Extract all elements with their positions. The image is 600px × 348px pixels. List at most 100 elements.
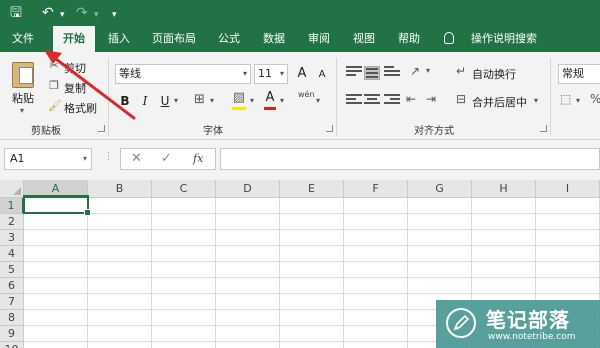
merge-center-icon[interactable]: ⊟	[456, 92, 466, 106]
borders-dropdown-icon[interactable]: ▾	[210, 96, 214, 105]
column-header[interactable]: D	[216, 180, 280, 198]
alignment-group-label: 对齐方式	[414, 126, 454, 137]
fill-color-dropdown-icon[interactable]: ▾	[250, 96, 254, 105]
font-name-select[interactable]: 等线 ▾	[115, 64, 251, 84]
name-box-value: A1	[10, 152, 25, 165]
number-format-value: 常规	[562, 67, 584, 80]
tab-home[interactable]: 开始	[53, 26, 95, 52]
formula-input[interactable]	[220, 148, 600, 170]
font-color-dropdown-icon[interactable]: ▾	[280, 96, 284, 105]
underline-dropdown-icon[interactable]: ▾	[174, 96, 178, 105]
tab-view[interactable]: 视图	[345, 26, 383, 52]
column-header[interactable]: I	[536, 180, 600, 198]
redo-icon[interactable]: ↷	[76, 4, 88, 22]
undo-dropdown-icon[interactable]: ▾	[60, 6, 65, 24]
orientation-dropdown-icon[interactable]: ▾	[426, 66, 430, 75]
select-all-button[interactable]	[0, 180, 24, 198]
cut-button[interactable]: 剪切	[64, 60, 86, 76]
row-header[interactable]: 9	[0, 326, 24, 342]
column-header[interactable]: B	[88, 180, 152, 198]
paste-dropdown-icon[interactable]: ▾	[20, 106, 24, 115]
wrap-text-icon[interactable]: ↵	[456, 64, 466, 78]
copy-dropdown-icon[interactable]: ▾	[82, 80, 86, 89]
cancel-icon[interactable]: ✕	[131, 151, 142, 166]
column-header[interactable]: H	[472, 180, 536, 198]
currency-icon[interactable]: ⬚	[560, 92, 571, 106]
lightbulb-icon	[444, 32, 454, 44]
row-header[interactable]: 7	[0, 294, 24, 310]
pencil-logo-icon	[446, 308, 476, 338]
format-painter-icon[interactable]: 🖌	[48, 100, 62, 112]
borders-icon[interactable]: ⊞	[194, 92, 205, 107]
chevron-down-icon: ▾	[279, 69, 284, 78]
font-launcher-icon[interactable]	[326, 125, 333, 132]
copy-icon[interactable]: ❐	[48, 80, 60, 92]
tab-file[interactable]: 文件	[0, 26, 46, 52]
clipboard-launcher-icon[interactable]	[98, 125, 105, 132]
paste-button-label[interactable]: 粘贴	[12, 90, 34, 106]
row-header[interactable]: 2	[0, 214, 24, 230]
tab-formulas[interactable]: 公式	[210, 26, 248, 52]
name-box[interactable]: A1 ▾	[4, 148, 92, 170]
save-icon[interactable]: 🖫	[10, 4, 22, 22]
fill-color-icon[interactable]: ▨	[232, 90, 246, 110]
row-header[interactable]: 6	[0, 278, 24, 294]
row-header[interactable]: 4	[0, 246, 24, 262]
wrap-text-button[interactable]: 自动换行	[472, 66, 516, 82]
font-name-value: 等线	[119, 67, 141, 80]
insert-function-icon[interactable]: fx	[193, 152, 203, 165]
phonetic-button[interactable]: wén	[298, 90, 315, 99]
column-header[interactable]: E	[280, 180, 344, 198]
formula-bar: A1 ▾ ⋮ ✕ ✓ fx	[0, 140, 600, 180]
undo-icon[interactable]: ↶	[42, 4, 54, 22]
row-header[interactable]: 3	[0, 230, 24, 246]
phonetic-dropdown-icon[interactable]: ▾	[316, 96, 320, 105]
tab-insert[interactable]: 插入	[100, 26, 138, 52]
enter-icon[interactable]: ✓	[161, 151, 172, 166]
tab-review[interactable]: 审阅	[300, 26, 338, 52]
row-header[interactable]: 8	[0, 310, 24, 326]
divider	[550, 58, 551, 136]
scissors-icon[interactable]: ✂	[48, 60, 60, 72]
currency-dropdown-icon[interactable]: ▾	[576, 96, 580, 105]
paste-icon[interactable]	[12, 62, 34, 88]
orientation-icon[interactable]: ↗	[410, 64, 420, 78]
align-right-icon[interactable]	[384, 94, 400, 108]
tab-data[interactable]: 数据	[255, 26, 293, 52]
italic-button[interactable]: I	[137, 92, 153, 110]
column-header[interactable]: G	[408, 180, 472, 198]
tab-page-layout[interactable]: 页面布局	[145, 26, 203, 52]
font-size-select[interactable]: 11 ▾	[254, 64, 288, 84]
bottom-align-icon[interactable]	[384, 66, 400, 80]
increase-indent-icon[interactable]: ⇥	[426, 92, 436, 106]
column-header[interactable]: F	[344, 180, 408, 198]
middle-align-icon[interactable]	[364, 66, 380, 80]
redo-dropdown-icon[interactable]: ▾	[94, 6, 99, 24]
column-header[interactable]: C	[152, 180, 216, 198]
align-center-icon[interactable]	[364, 94, 380, 108]
font-group-label: 字体	[203, 126, 223, 137]
row-header[interactable]: 5	[0, 262, 24, 278]
more-options-icon[interactable]: ⋮	[104, 152, 113, 162]
grow-font-button[interactable]: A	[294, 65, 310, 83]
decrease-indent-icon[interactable]: ⇤	[406, 92, 416, 106]
percent-icon[interactable]: %	[590, 92, 600, 106]
underline-button[interactable]: U	[157, 92, 173, 110]
merge-dropdown-icon[interactable]: ▾	[534, 96, 538, 105]
active-cell-a1[interactable]	[23, 195, 91, 216]
tab-help[interactable]: 帮助	[390, 26, 428, 52]
chevron-down-icon: ▾	[242, 69, 247, 78]
number-format-select[interactable]: 常规	[558, 64, 600, 84]
merge-center-button[interactable]: 合并后居中	[472, 94, 527, 110]
bold-button[interactable]: B	[117, 92, 133, 110]
shrink-font-button[interactable]: A	[314, 66, 330, 84]
tell-me-search[interactable]: 操作说明搜索	[466, 26, 542, 52]
row-header[interactable]: 1	[0, 198, 24, 214]
align-left-icon[interactable]	[346, 94, 362, 108]
format-painter-button[interactable]: 格式刷	[64, 100, 97, 116]
alignment-launcher-icon[interactable]	[540, 125, 547, 132]
row-header[interactable]: 10	[0, 342, 24, 348]
top-align-icon[interactable]	[346, 66, 362, 80]
font-color-button[interactable]: A	[264, 90, 276, 110]
customize-quick-access-icon[interactable]: ▾	[112, 6, 117, 24]
